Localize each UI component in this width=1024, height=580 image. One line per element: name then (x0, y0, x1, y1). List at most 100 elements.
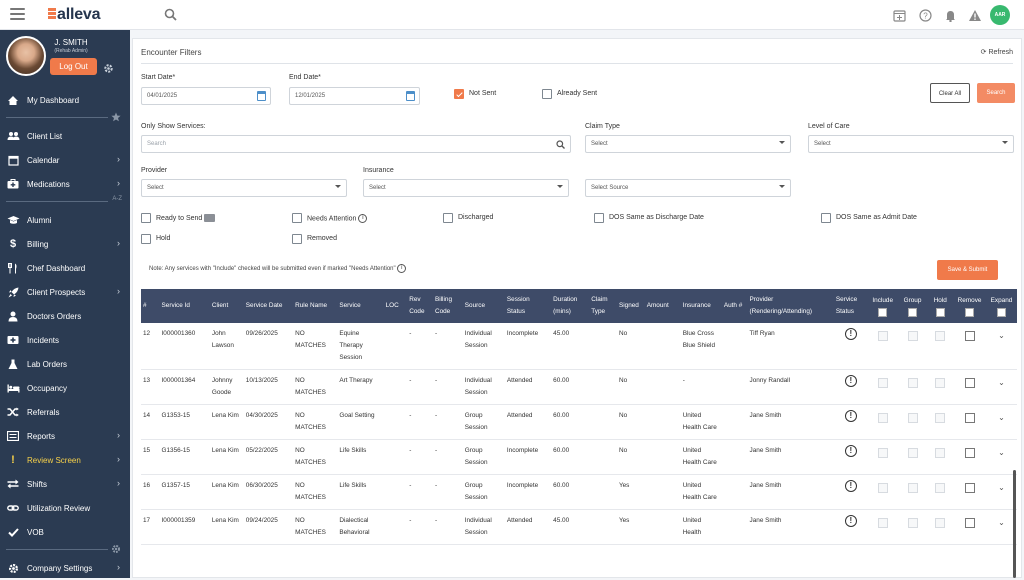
table-row[interactable]: 15G1356-15Lena Kim05/22/2025NO MATCHESLi… (141, 440, 1017, 475)
select-all-include-checkbox[interactable] (878, 308, 887, 317)
sidebar-item-vob[interactable]: VOB (0, 520, 130, 544)
hold-checkbox[interactable] (935, 413, 945, 423)
table-row[interactable]: 14G1353-15Lena Kim04/30/2025NO MATCHESGo… (141, 405, 1017, 440)
include-checkbox[interactable] (878, 413, 888, 423)
chevron-down-icon[interactable]: ⌄ (988, 447, 1015, 459)
page-scrollbar[interactable] (1013, 470, 1016, 578)
already-sent-checkbox[interactable] (542, 89, 552, 99)
hold-checkbox[interactable] (935, 331, 945, 341)
sidebar-item-reports[interactable]: Reports› (0, 424, 130, 448)
needs-attention-checkbox[interactable] (292, 213, 302, 223)
alert-circle-icon[interactable]: ! (845, 375, 857, 387)
hold-checkbox[interactable] (935, 518, 945, 528)
table-row[interactable]: 13I000001364Johnny Goode10/13/2025NO MAT… (141, 370, 1017, 405)
info-icon[interactable]: i (397, 264, 406, 273)
hold-checkbox[interactable] (935, 448, 945, 458)
alert-circle-icon[interactable]: ! (845, 410, 857, 422)
group-checkbox[interactable] (908, 331, 918, 341)
sidebar-item-medications[interactable]: Medications› (0, 172, 130, 196)
search-button[interactable]: Search (977, 83, 1015, 103)
sidebar-item-doctors-orders[interactable]: Doctors Orders (0, 304, 130, 328)
dos-discharge-checkbox[interactable] (594, 213, 604, 223)
star-icon[interactable] (111, 112, 121, 122)
include-checkbox[interactable] (878, 518, 888, 528)
sidebar-item-my-dashboard[interactable]: My Dashboard (0, 88, 130, 112)
save-submit-button[interactable]: Save & Submit (937, 260, 998, 280)
removed-checkbox[interactable] (292, 234, 302, 244)
chevron-down-icon[interactable]: ⌄ (988, 377, 1015, 389)
sidebar-item-lab-orders[interactable]: Lab Orders (0, 352, 130, 376)
sidebar-item-calendar[interactable]: Calendar› (0, 148, 130, 172)
group-checkbox[interactable] (908, 518, 918, 528)
sidebar-item-review-screen[interactable]: !Review Screen› (0, 448, 130, 472)
select-all-expand-checkbox[interactable] (997, 308, 1006, 317)
hold-checkbox[interactable] (935, 378, 945, 388)
include-checkbox[interactable] (878, 331, 888, 341)
dos-admit-checkbox[interactable] (821, 213, 831, 223)
services-search-input[interactable]: Search (141, 135, 571, 153)
search-icon[interactable] (164, 8, 177, 21)
sidebar-item-client-list[interactable]: Client List (0, 124, 130, 148)
remove-checkbox[interactable] (965, 331, 975, 341)
hamburger-menu-icon[interactable] (10, 8, 25, 21)
ready-to-send-checkbox[interactable] (141, 213, 151, 223)
select-all-hold-checkbox[interactable] (936, 308, 945, 317)
table-row[interactable]: 16G1357-15Lena Kim06/30/2025NO MATCHESLi… (141, 475, 1017, 510)
table-row[interactable]: 12I000001360John Lawson09/26/2025NO MATC… (141, 323, 1017, 370)
sidebar-item-incidents[interactable]: Incidents (0, 328, 130, 352)
calendar-icon[interactable] (406, 91, 415, 101)
sidebar-item-client-prospects[interactable]: Client Prospects› (0, 280, 130, 304)
sidebar-item-alumni[interactable]: Alumni (0, 208, 130, 232)
chevron-down-icon[interactable]: ⌄ (988, 412, 1015, 424)
warning-icon[interactable] (968, 9, 982, 22)
remove-checkbox[interactable] (965, 518, 975, 528)
select-all-remove-checkbox[interactable] (965, 308, 974, 317)
end-date-input[interactable]: 12/01/2025 (289, 87, 420, 105)
bell-icon[interactable] (944, 9, 957, 22)
discharged-checkbox[interactable] (443, 213, 453, 223)
clear-all-button[interactable]: Clear All (930, 83, 970, 103)
info-icon[interactable]: i (358, 214, 367, 223)
sidebar-item-company-settings[interactable]: Company Settings› (0, 556, 130, 580)
chevron-down-icon[interactable]: ⌄ (988, 517, 1015, 529)
group-checkbox[interactable] (908, 448, 918, 458)
group-checkbox[interactable] (908, 413, 918, 423)
alert-circle-icon[interactable]: ! (845, 515, 857, 527)
include-checkbox[interactable] (878, 483, 888, 493)
calendar-icon[interactable] (257, 91, 266, 101)
provider-select[interactable]: Select (141, 179, 347, 197)
sidebar-item-occupancy[interactable]: Occupancy (0, 376, 130, 400)
remove-checkbox[interactable] (965, 483, 975, 493)
level-of-care-select[interactable]: Select (808, 135, 1014, 153)
sidebar-item-billing[interactable]: $Billing› (0, 232, 130, 256)
include-checkbox[interactable] (878, 448, 888, 458)
chevron-down-icon[interactable]: ⌄ (988, 482, 1015, 494)
sidebar-item-chef-dashboard[interactable]: Chef Dashboard (0, 256, 130, 280)
source-select[interactable]: Select Source (585, 179, 791, 197)
logout-button[interactable]: Log Out (50, 58, 97, 75)
app-logo[interactable]: alleva (48, 6, 100, 24)
alert-circle-icon[interactable]: ! (845, 328, 857, 340)
hold-checkbox[interactable] (935, 483, 945, 493)
table-row[interactable]: 17I000001359Lena Kim09/24/2025NO MATCHES… (141, 510, 1017, 545)
gear-icon[interactable] (111, 544, 121, 554)
hold-checkbox[interactable] (141, 234, 151, 244)
alert-circle-icon[interactable]: ! (845, 445, 857, 457)
sidebar-item-referrals[interactable]: Referrals (0, 400, 130, 424)
chevron-down-icon[interactable]: ⌄ (988, 330, 1015, 342)
not-sent-checkbox[interactable] (454, 89, 464, 99)
group-checkbox[interactable] (908, 483, 918, 493)
claim-type-select[interactable]: Select (585, 135, 791, 153)
refresh-button[interactable]: ⟳ Refresh (981, 48, 1013, 56)
remove-checkbox[interactable] (965, 413, 975, 423)
start-date-input[interactable]: 04/01/2025 (141, 87, 271, 105)
insurance-select[interactable]: Select (363, 179, 569, 197)
remove-checkbox[interactable] (965, 378, 975, 388)
select-all-group-checkbox[interactable] (908, 308, 917, 317)
alert-circle-icon[interactable]: ! (845, 480, 857, 492)
sidebar-item-utilization-review[interactable]: Utilization Review (0, 496, 130, 520)
sidebar-item-shifts[interactable]: Shifts› (0, 472, 130, 496)
user-avatar[interactable]: AAR (990, 5, 1010, 25)
group-checkbox[interactable] (908, 378, 918, 388)
include-checkbox[interactable] (878, 378, 888, 388)
